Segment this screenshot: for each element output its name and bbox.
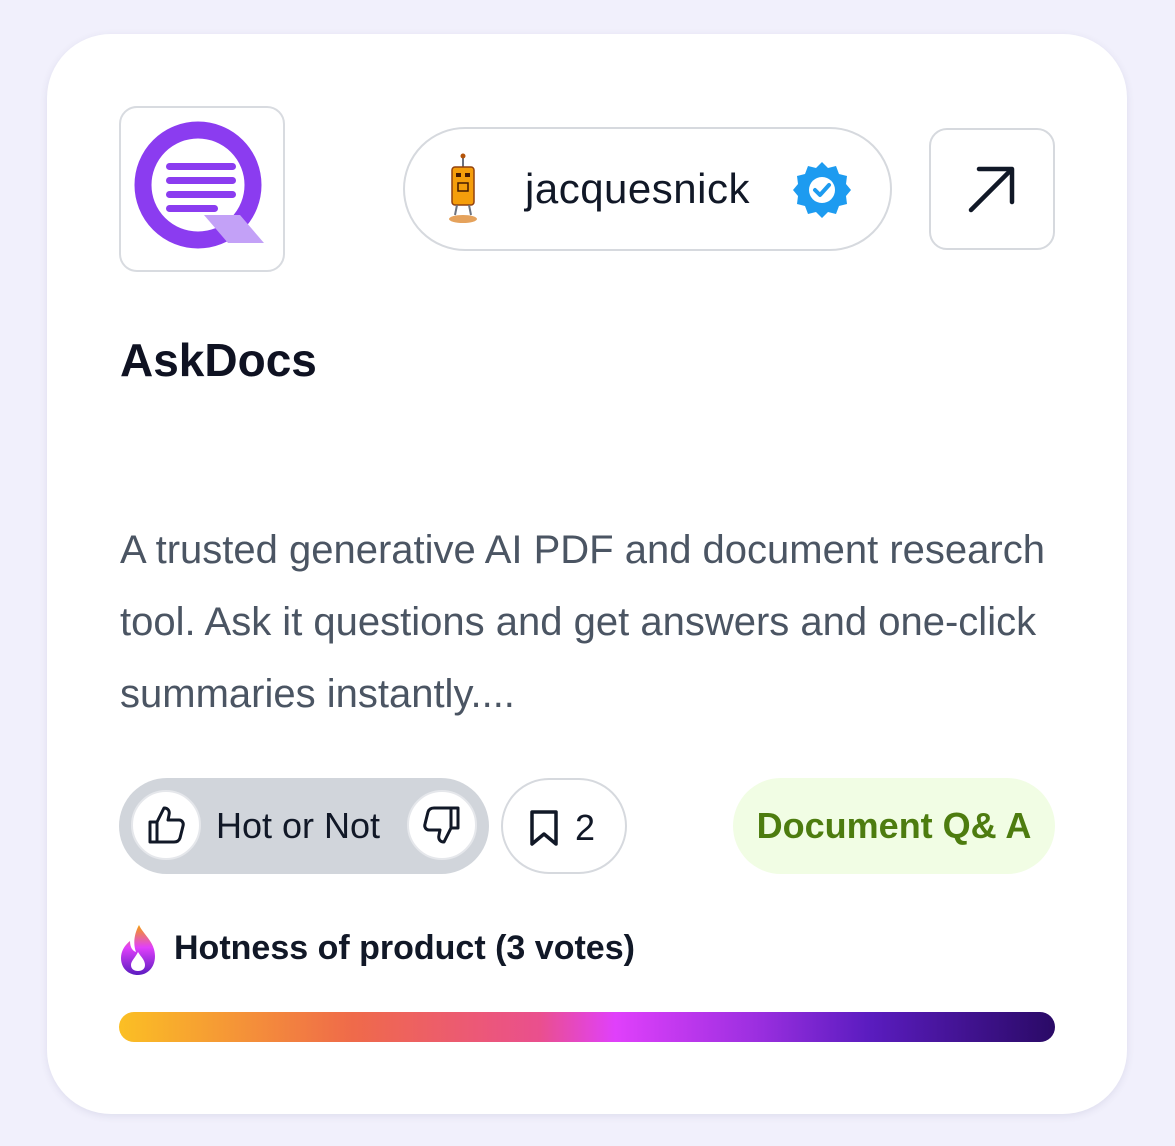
bookmark-button[interactable]: 2	[501, 778, 627, 874]
hot-or-not-vote-group: Hot or Not	[119, 778, 489, 874]
vote-label: Hot or Not	[216, 805, 381, 846]
bookmark-count: 2	[575, 807, 596, 848]
downvote-button[interactable]	[407, 790, 477, 860]
open-external-button[interactable]	[929, 128, 1055, 250]
category-tag[interactable]: Document Q& A	[733, 778, 1055, 874]
arrow-up-right-icon	[968, 166, 1015, 213]
author-username: jacquesnick	[525, 165, 750, 212]
hotness-meter	[119, 1012, 1055, 1042]
thumbs-down-icon	[423, 806, 460, 844]
product-title: AskDocs	[120, 334, 317, 386]
verified-badge-icon	[793, 162, 851, 218]
product-logo[interactable]	[119, 106, 285, 272]
product-card[interactable]: jacquesnick AskDocs A trusted generative…	[47, 34, 1127, 1114]
author-profile-link[interactable]: jacquesnick	[403, 127, 892, 251]
upvote-button[interactable]	[131, 790, 201, 860]
product-description: A trusted generative AI PDF and document…	[120, 528, 1045, 716]
askdocs-q-logo-icon	[134, 121, 264, 249]
bookmark-icon	[530, 810, 558, 846]
robot-avatar-icon	[449, 153, 477, 223]
hotness-label: Hotness of product (3 votes)	[174, 929, 635, 967]
thumbs-up-icon	[148, 806, 185, 844]
flame-icon	[121, 925, 155, 975]
